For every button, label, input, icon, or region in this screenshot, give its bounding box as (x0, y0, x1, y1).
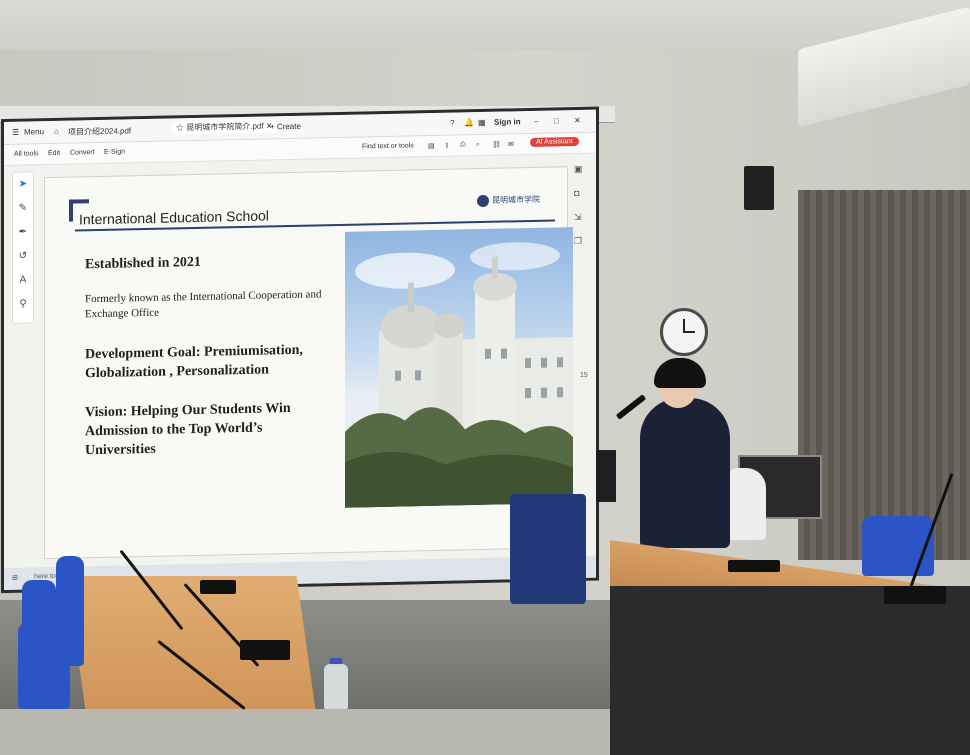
established-text: Established in 2021 (85, 254, 201, 273)
podium (510, 494, 586, 604)
link-icon[interactable]: ⛓ (492, 141, 501, 149)
save-icon[interactable]: ▤ (428, 142, 435, 150)
building-photo (345, 227, 573, 508)
star-icon: ☆ (176, 123, 187, 133)
projection-screen: ☰ Menu ⌂ 项目介绍2024.pdf ☆ 昆明城市学院简介.pdf ✕ +… (4, 109, 596, 590)
stamp-icon[interactable]: ⚲ (17, 298, 29, 310)
desk-monitor (596, 450, 616, 502)
desk-mic-base-left (200, 580, 236, 594)
export-icon[interactable]: ⇲ (574, 212, 586, 224)
formerly-text: Formerly known as the International Coop… (85, 288, 322, 321)
desk-mic-base (728, 560, 780, 572)
sign-in-button[interactable]: Sign in (494, 117, 521, 127)
menu-icon[interactable]: ☰ (12, 128, 19, 137)
all-tools-button[interactable]: All tools (14, 150, 39, 158)
school-logo: 昆明城市学院 (477, 194, 540, 208)
pdf-page: International Education School 昆明城市学院 Es… (44, 166, 573, 560)
panel-icon[interactable]: ▣ (574, 164, 586, 176)
presenter-body (640, 398, 730, 548)
chair-left-3 (18, 622, 70, 709)
ai-assistant-button[interactable]: AI Assistant (530, 136, 579, 147)
tab-create-label: Create (276, 121, 301, 132)
comment-icon[interactable]: ✎ (17, 202, 29, 214)
comment-panel-icon[interactable]: ◘ (574, 188, 586, 200)
pages-icon[interactable]: ❐ (574, 236, 586, 248)
search-icon[interactable]: ⌕ (476, 141, 480, 149)
home-icon[interactable]: ⌂ (54, 127, 59, 136)
left-toolbar: ➤ ✎ ✒ ↺ A ⚲ (12, 171, 34, 324)
wall-clock (660, 308, 708, 356)
cursor-icon[interactable]: ➤ (17, 178, 29, 190)
wall-speaker (744, 166, 774, 210)
clock-minute-hand (683, 331, 695, 333)
print-icon[interactable]: ⎙ (460, 141, 466, 149)
page-number: 15 (580, 371, 588, 379)
logo-emblem-icon (477, 194, 489, 208)
close-icon[interactable]: ✕ (574, 116, 581, 125)
right-toolbar: ▣ ◘ ⇲ ❐ (572, 160, 588, 270)
windows-start-icon[interactable]: ⊞ (12, 574, 18, 582)
mail-icon[interactable]: ✉ (508, 140, 514, 148)
tab-file-1[interactable]: 项目介绍2024.pdf (68, 125, 131, 137)
building-illustration (345, 242, 573, 508)
goal-text: Development Goal: Premiumisation, Global… (85, 342, 303, 382)
tab-menu[interactable]: Menu (24, 127, 44, 136)
tab-create[interactable]: + Create (270, 122, 301, 132)
upload-icon[interactable]: ⇪ (444, 142, 450, 150)
minimize-icon[interactable]: – (534, 117, 538, 126)
curtain (798, 190, 970, 560)
table-right-front (610, 586, 970, 755)
vision-text: Vision: Helping Our Students Win Admissi… (85, 400, 291, 459)
text-icon[interactable]: A (17, 274, 29, 286)
esign-button[interactable]: E-Sign (104, 148, 125, 155)
loop-icon[interactable]: ↺ (17, 250, 29, 262)
water-bottle (324, 664, 348, 709)
help-icon[interactable]: ? (450, 119, 454, 128)
convert-button[interactable]: Convert (70, 149, 95, 157)
pen-icon[interactable]: ✒ (17, 226, 29, 238)
desk-mic-base-left-2 (240, 640, 290, 660)
slide-header: International Education School (79, 207, 269, 228)
desk-mic-base-right (884, 586, 946, 604)
find-input[interactable]: Find text or tools (362, 142, 414, 150)
edit-button[interactable]: Edit (48, 150, 60, 157)
logo-text: 昆明城市学院 (492, 194, 540, 205)
bell-icon[interactable]: 🔔 (464, 118, 474, 127)
maximize-icon[interactable]: □ (554, 116, 559, 125)
tab-file-2-label: 昆明城市学院简介.pdf (186, 121, 264, 133)
tab-file-2[interactable]: ☆ 昆明城市学院简介.pdf ✕ (172, 119, 277, 135)
apps-icon[interactable]: ▦ (478, 118, 486, 127)
